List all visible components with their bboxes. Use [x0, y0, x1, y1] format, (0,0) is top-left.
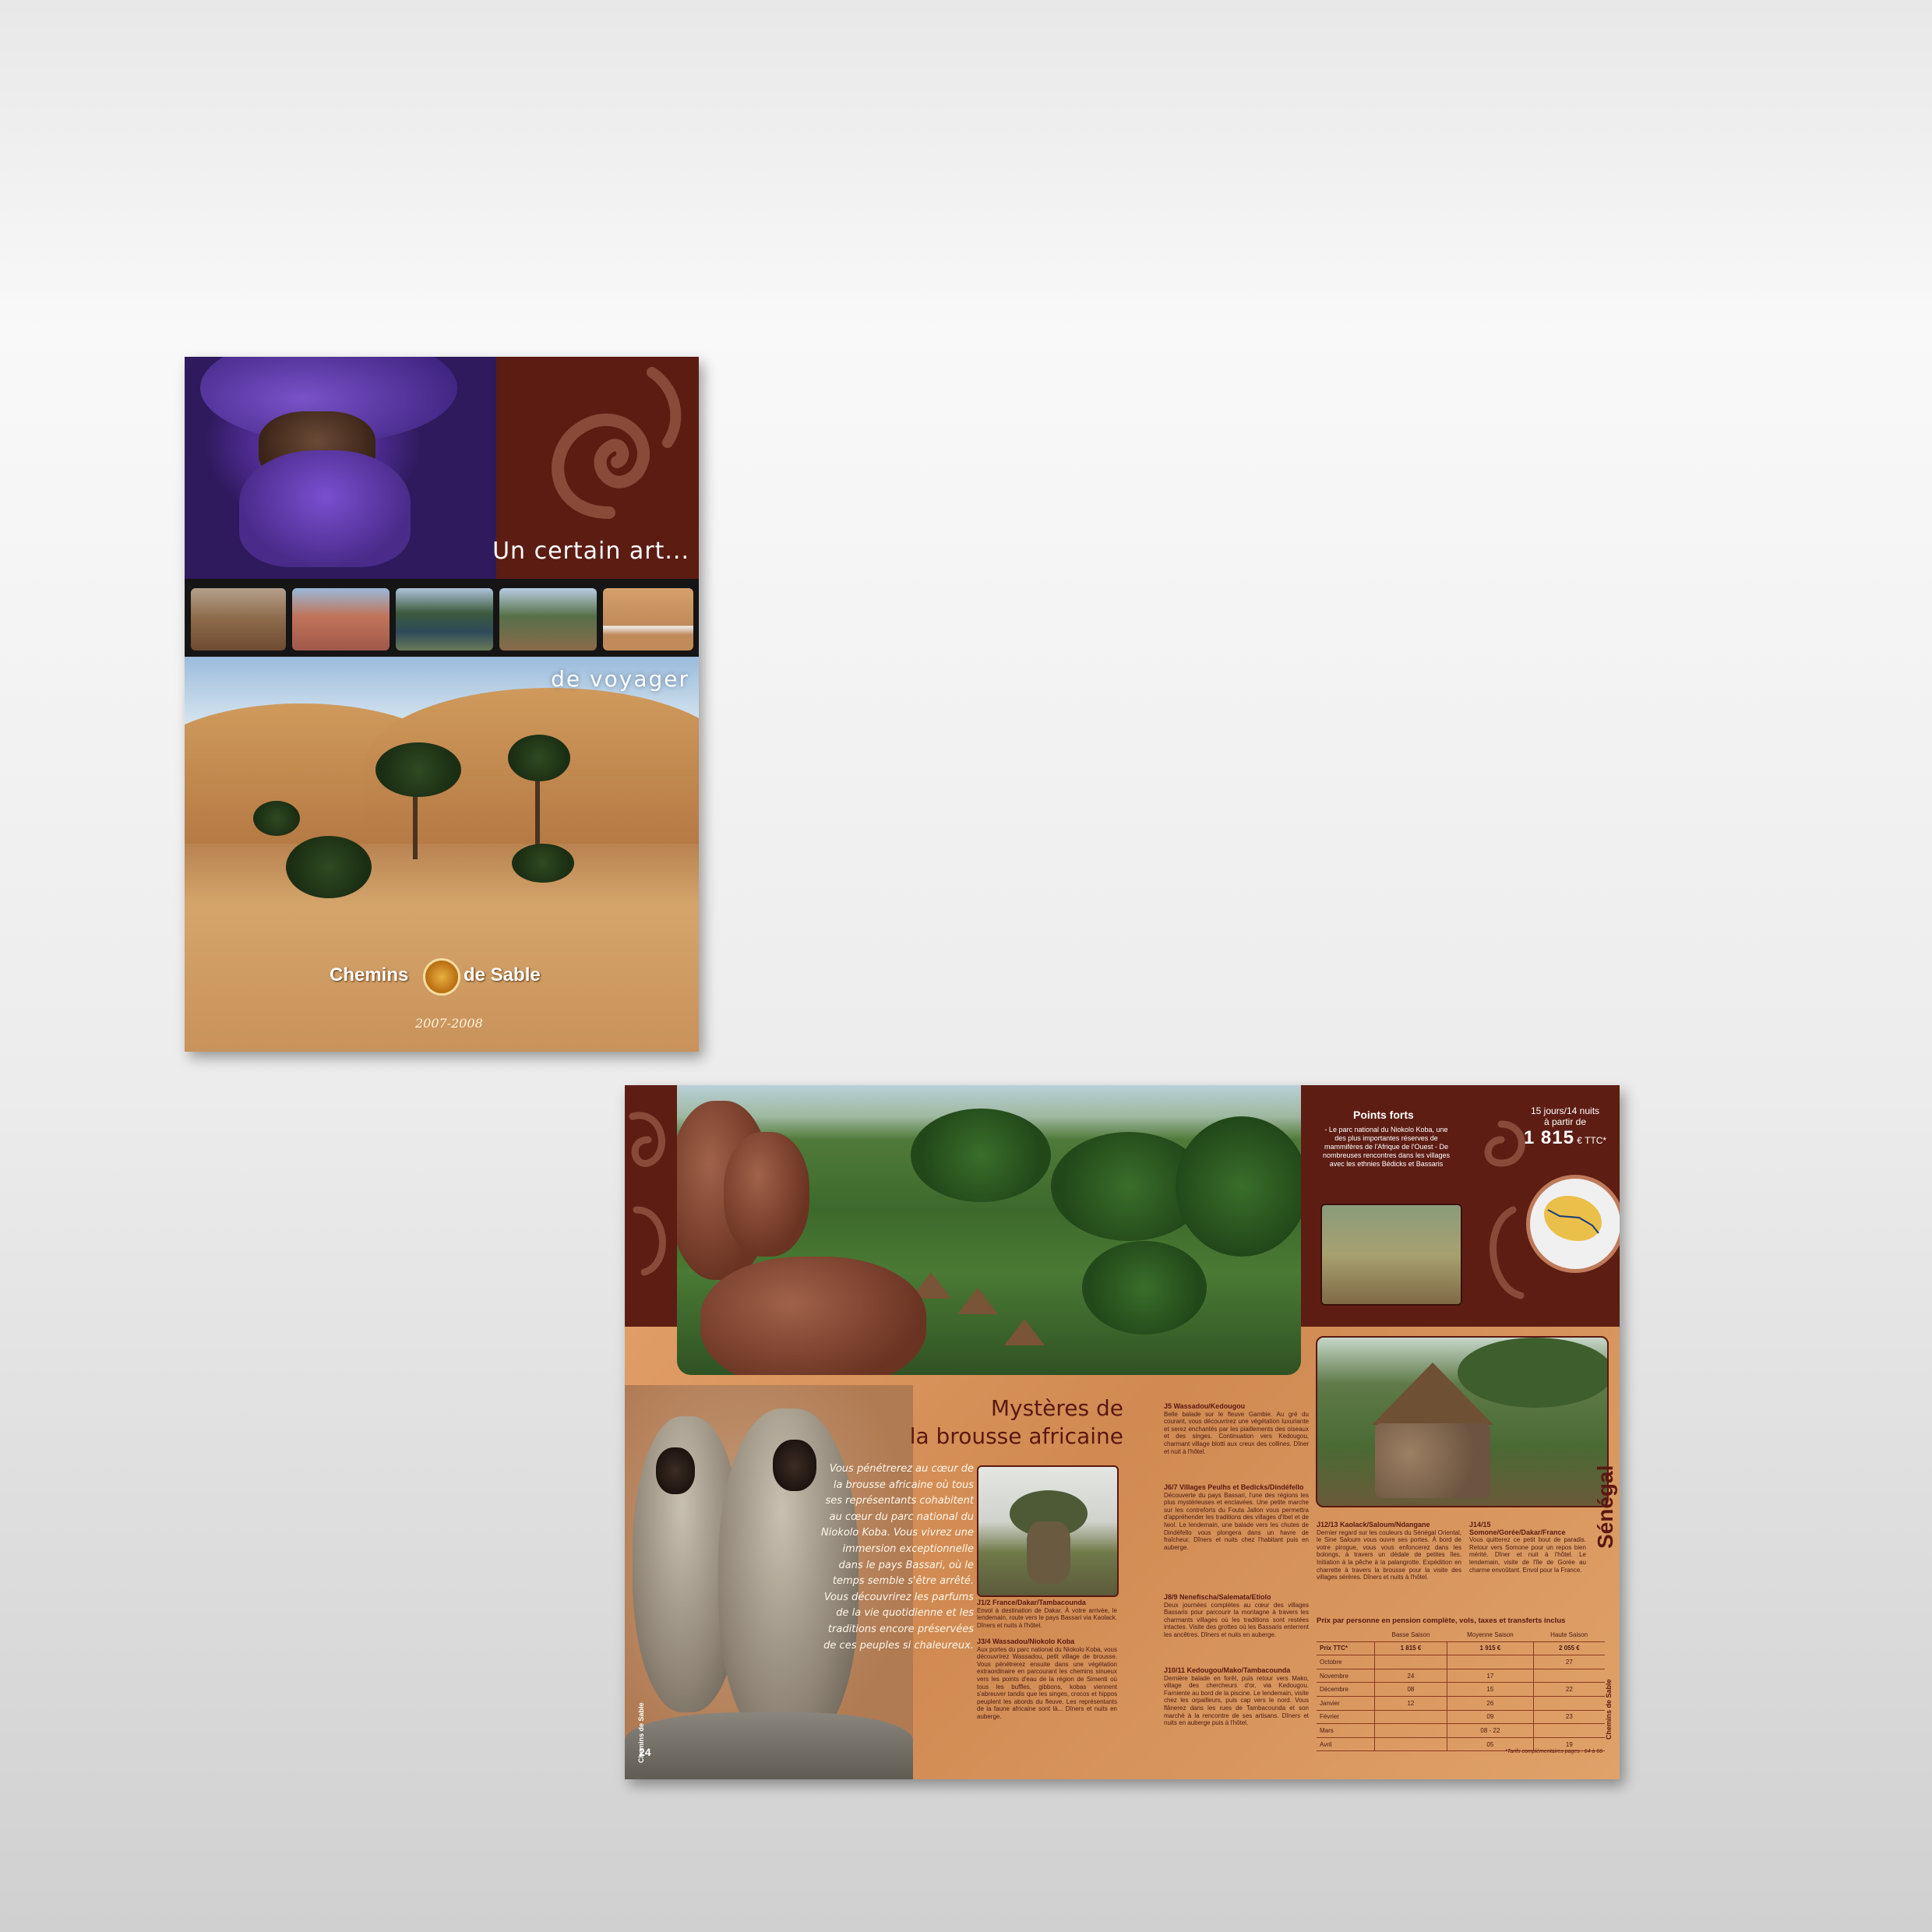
cover-subtitle: de voyager [551, 666, 689, 692]
brand-logo-left: Chemins [330, 964, 409, 985]
strip-photo-huts [499, 588, 597, 650]
route-line-icon [1547, 1209, 1599, 1234]
spiral-ornament-icon [1484, 1120, 1525, 1299]
spiral-ornament-icon [629, 1112, 666, 1276]
gazelle-photo [1320, 1204, 1462, 1306]
itinerary-day-1: J1/2 France/Dakar/Tambacounda Envol à de… [977, 1599, 1117, 1629]
desert-bush [512, 844, 574, 883]
palm-tree [508, 735, 570, 781]
brand-logo-icon [423, 958, 460, 996]
itinerary-day-14: J14/15 Somone/Gorée/Dakar/France Vous qu… [1469, 1521, 1586, 1574]
palm-tree [375, 742, 461, 797]
photo-strip [185, 579, 699, 657]
route-map [1526, 1175, 1620, 1273]
highlights-text: - Le parc national du Niokolo Koba, une … [1322, 1126, 1451, 1168]
table-row: Novembre 24 17 [1317, 1669, 1605, 1683]
strip-photo-village [191, 588, 286, 650]
price-footnote: *Tarifs complémentaires pages : 64 à 66 [1505, 1749, 1603, 1754]
itinerary-day-3: J3/4 Wassadou/Niokolo Koba Aux portes du… [977, 1638, 1117, 1720]
itinerary-day-5: J5 Wassadou/Kedougou Belle balade sur le… [1164, 1402, 1309, 1455]
baobab-photo [977, 1465, 1119, 1597]
strip-photo-walker [603, 588, 693, 650]
itinerary-day-10: J10/11 Kedougou/Mako/Tambacounda Dernièr… [1164, 1666, 1309, 1727]
page-heading: Mystères de la brousse africaine [909, 1395, 1123, 1449]
price-table-title: Prix par personne en pension complète, v… [1317, 1616, 1566, 1625]
cover-year: 2007-2008 [415, 1016, 483, 1031]
table-row: Décembre 08 15 22 [1317, 1682, 1605, 1697]
veil [239, 450, 411, 567]
price-unit: € TTC* [1577, 1135, 1607, 1146]
itinerary-day-8: J8/9 Nenefischa/Salemata/Etiolo Deux jou… [1164, 1593, 1309, 1638]
tuareg-portrait-photo [185, 357, 496, 579]
background-top-band [0, 0, 1932, 276]
desert-bush [253, 801, 300, 836]
cover-title: Un certain art... [492, 538, 689, 565]
table-row: Janvier 12 26 [1317, 1696, 1605, 1711]
side-brand-right: Chemins de Sable [1605, 1679, 1613, 1740]
country-label: Sénégal [1593, 1465, 1617, 1549]
brochure-spread: Points forts - Le parc national du Nioko… [625, 1085, 1620, 1779]
page-number-left: 24 [639, 1746, 651, 1758]
table-row: Février 09 23 [1317, 1710, 1605, 1725]
table-header-row: Basse Saison Moyenne Saison Haute Saison [1317, 1628, 1605, 1642]
strip-photo-town [292, 588, 390, 650]
itinerary-day-12: J12/13 Kaolack/Saloum/Ndangane Dernier r… [1317, 1521, 1461, 1581]
price-table: Basse Saison Moyenne Saison Haute Saison… [1317, 1628, 1605, 1752]
hut-photo [1316, 1336, 1609, 1507]
rock [625, 1712, 913, 1779]
itinerary-day-6: J6/7 Villages Peulhs et Bedicks/Dindéfel… [1164, 1483, 1309, 1551]
highlights-title: Points forts [1353, 1109, 1414, 1121]
table-row: Octobre 27 [1317, 1655, 1605, 1669]
strip-photo-oasis [396, 588, 493, 650]
brochure-cover: Un certain art... de voyager Chemins de … [185, 357, 699, 1052]
desert-bush [286, 836, 372, 898]
brand-logo-right: de Sable [464, 964, 541, 985]
table-row: Prix TTC* 1 815 €1 915 €2 055 € [1317, 1641, 1605, 1656]
forest-village-photo [677, 1085, 1301, 1375]
table-row: Mars 08 - 22 [1317, 1723, 1605, 1738]
intro-text: Vous pénétrerez au cœur de la brousse af… [821, 1463, 974, 1652]
spiral-ornament-icon [552, 367, 682, 519]
